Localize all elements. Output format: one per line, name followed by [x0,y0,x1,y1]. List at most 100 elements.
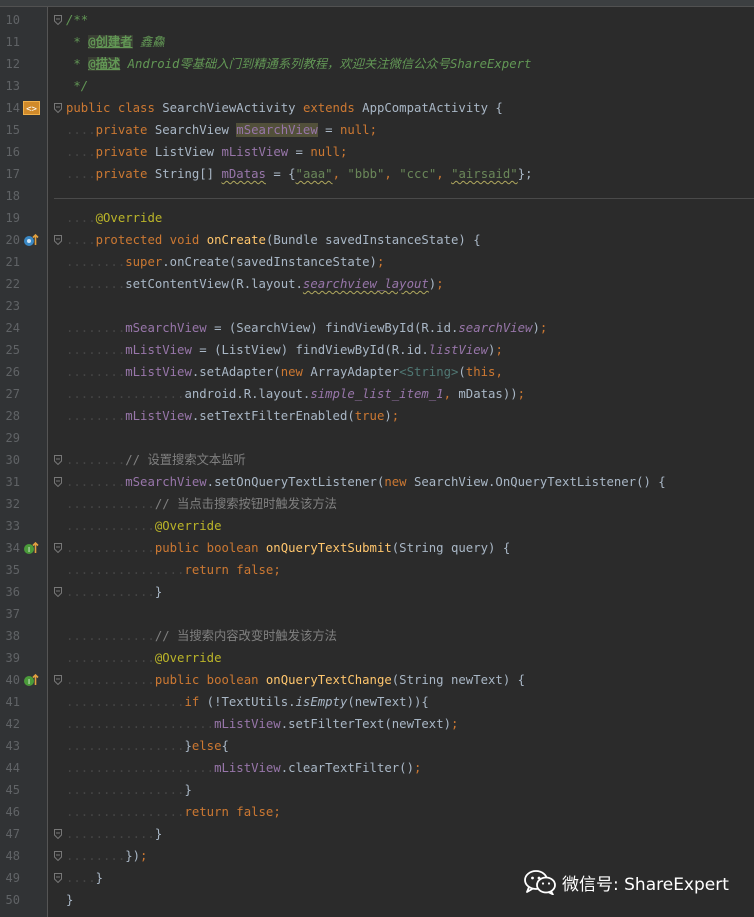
code-token: mListView [125,409,192,423]
code-text[interactable]: ................android.R.layout.simple_… [66,383,525,405]
code-text[interactable]: /** [66,9,88,31]
code-line[interactable]: 16 ....private ListView mListView = null; [0,141,754,163]
code-editor[interactable]: 10/** 11 * @创建者 鑫鱻 12 * @描述 Android零基础入门到精… [0,9,754,911]
code-line[interactable]: 28 ........mListView.setTextFilterEnabled… [0,405,754,427]
code-text[interactable]: ............} [66,581,162,603]
code-line[interactable]: 33 ............@Override [0,515,754,537]
code-text[interactable]: ............@Override [66,515,221,537]
code-line[interactable]: 32 ............// 当点击搜索按钮时触发该方法 [0,493,754,515]
code-text[interactable]: ........super.onCreate(savedInstanceStat… [66,251,384,273]
fold-marker-icon[interactable] [54,15,62,25]
code-line[interactable]: 30 ........// 设置搜索文本监听 [0,449,754,471]
code-line[interactable]: 15 ....private SearchView mSearchView = n… [0,119,754,141]
indent-guide: ........ [66,365,126,379]
code-text[interactable]: ................if (!TextUtils.isEmpty(n… [66,691,429,713]
fold-marker-icon[interactable] [54,477,62,487]
code-text[interactable]: * @创建者 鑫鱻 [66,31,165,53]
fold-marker-icon[interactable] [54,587,62,597]
code-line[interactable]: 34 I ............public boolean onQueryTex… [0,537,754,559]
fold-marker-icon[interactable] [54,851,62,861]
fold-marker-icon[interactable] [54,543,62,553]
code-line[interactable]: 46 ................return false; [0,801,754,823]
code-text[interactable]: public class SearchViewActivity extends … [66,97,503,119]
code-text[interactable]: ....................mListView.setFilterT… [66,713,458,735]
code-text[interactable]: ................return false; [66,559,281,581]
code-text[interactable]: ................} [66,779,192,801]
fold-marker-icon[interactable] [54,103,62,113]
code-line[interactable]: 25 ........mListView = (ListView) findVie… [0,339,754,361]
code-text[interactable]: ............} [66,823,162,845]
code-line[interactable]: 44 ....................mListView.clearTex… [0,757,754,779]
code-token: , [443,387,459,401]
fold-marker-icon[interactable] [54,675,62,685]
fold-marker-icon[interactable] [54,455,62,465]
code-token: listView [428,343,489,357]
code-text[interactable]: ............// 当点击搜索按钮时触发该方法 [66,493,337,515]
code-line[interactable]: 22 ........setContentView(R.layout.search… [0,273,754,295]
code-text[interactable]: ....protected void onCreate(Bundle saved… [66,229,481,251]
code-line[interactable]: 31 ........mSearchView.setOnQueryTextList… [0,471,754,493]
code-line[interactable]: 41 ................if (!TextUtils.isEmpty… [0,691,754,713]
code-text[interactable]: } [66,889,73,911]
code-line[interactable]: 11 * @创建者 鑫鱻 [0,31,754,53]
code-text[interactable]: ....................mListView.clearTextF… [66,757,421,779]
code-text[interactable]: * @描述 Android零基础入门到精通系列教程，欢迎关注微信公众号Share… [66,53,531,75]
code-text[interactable]: ............public boolean onQueryTextSu… [66,537,510,559]
code-text[interactable]: ........}); [66,845,147,867]
implement-method-icon[interactable]: I [23,541,40,555]
code-text[interactable]: ............@Override [66,647,221,669]
code-line[interactable]: 43 ................}else{ [0,735,754,757]
code-line[interactable]: 13 */ [0,75,754,97]
code-line[interactable]: 29 [0,427,754,449]
code-line[interactable]: 38 ............// 当搜索内容改变时触发该方法 [0,625,754,647]
code-line[interactable]: 10 /** [0,9,754,31]
code-text[interactable]: ....@Override [66,207,162,229]
code-line[interactable]: 19 ....@Override [0,207,754,229]
code-line[interactable]: 42 ....................mListView.setFilte… [0,713,754,735]
code-text[interactable]: ................return false; [66,801,281,823]
code-line[interactable]: 35 ................return false; [0,559,754,581]
code-line[interactable]: 39 ............@Override [0,647,754,669]
code-line[interactable]: 26 ........mListView.setAdapter(new Array… [0,361,754,383]
code-line[interactable]: 18 [0,185,754,207]
fold-marker-icon[interactable] [54,873,62,883]
code-line[interactable]: 20 ....protected void onCreate(Bundle sav… [0,229,754,251]
code-line[interactable]: 45................} [0,779,754,801]
code-text[interactable]: ........mListView.setAdapter(new ArrayAd… [66,361,503,383]
indent-guide: .... [66,211,96,225]
code-token: = (ListView) findViewById(R.id. [191,343,429,357]
code-text[interactable]: ........// 设置搜索文本监听 [66,449,246,471]
class-structure-icon[interactable]: <> [23,101,40,115]
code-text[interactable]: ............// 当搜索内容改变时触发该方法 [66,625,337,647]
code-line[interactable]: 47............} [0,823,754,845]
code-token: (!TextUtils. [199,695,296,709]
code-text[interactable]: ........mListView = (ListView) findViewB… [66,339,503,361]
code-text[interactable]: ....} [66,867,103,889]
code-text[interactable]: ........mSearchView.setOnQueryTextListen… [66,471,666,493]
code-line[interactable]: 40 I ............public boolean onQueryTex… [0,669,754,691]
code-line[interactable]: 14 <> public class SearchViewActivity exte… [0,97,754,119]
code-text[interactable]: ........setContentView(R.layout.searchvi… [66,273,444,295]
override-method-icon[interactable] [23,233,40,247]
code-line[interactable]: 12 * @描述 Android零基础入门到精通系列教程，欢迎关注微信公众号Sh… [0,53,754,75]
code-line[interactable]: 37 [0,603,754,625]
code-text[interactable]: ....private ListView mListView = null; [66,141,347,163]
code-line[interactable]: 36............} [0,581,754,603]
fold-marker-icon[interactable] [54,235,62,245]
code-text[interactable]: ....private String[] mDatas = {"aaa", "b… [66,163,533,185]
fold-marker-icon[interactable] [54,829,62,839]
code-text[interactable]: ........mSearchView = (SearchView) findV… [66,317,547,339]
code-line[interactable]: 48........}); [0,845,754,867]
code-line[interactable]: 24 ........mSearchView = (SearchView) fin… [0,317,754,339]
code-line[interactable]: 17 ....private String[] mDatas = {"aaa", … [0,163,754,185]
code-line[interactable]: 21 ........super.onCreate(savedInstanceSt… [0,251,754,273]
code-text[interactable]: */ [66,75,88,97]
code-text[interactable]: ............public boolean onQueryTextCh… [66,669,525,691]
code-text[interactable]: ................}else{ [66,735,229,757]
code-line[interactable]: 27 ................android.R.layout.simpl… [0,383,754,405]
code-text[interactable]: ........mListView.setTextFilterEnabled(t… [66,405,399,427]
implement-method-icon[interactable]: I [23,673,40,687]
code-line[interactable]: 23 [0,295,754,317]
code-text[interactable]: ....private SearchView mSearchView = nul… [66,119,377,141]
